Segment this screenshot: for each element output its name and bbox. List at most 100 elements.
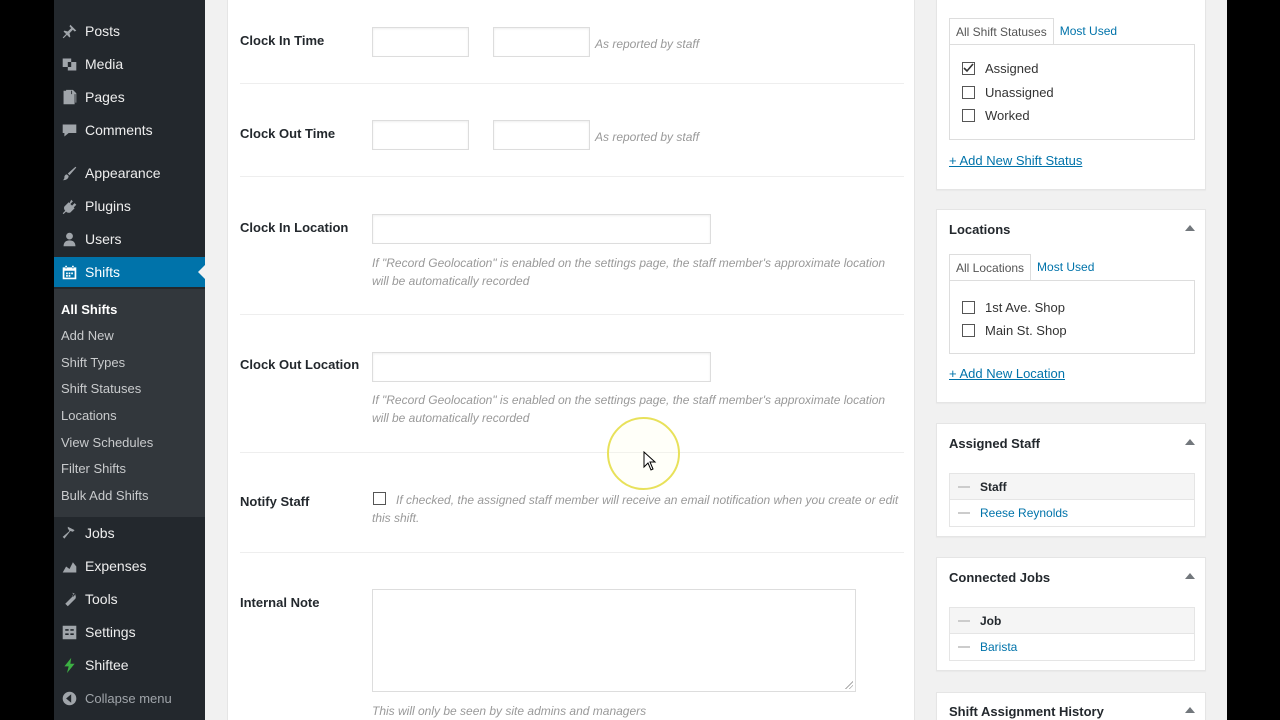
tab-all-shift-statuses[interactable]: All Shift Statuses (949, 18, 1054, 45)
menu-item-tools[interactable]: Tools (54, 584, 205, 614)
collapse-toggle-icon[interactable] (1185, 573, 1195, 579)
submenu-shift-statuses[interactable]: Shift Statuses (61, 381, 141, 396)
location-option-1st-ave[interactable]: 1st Ave. Shop (962, 300, 1065, 315)
option-label: Main St. Shop (985, 323, 1067, 338)
submenu-view-schedules[interactable]: View Schedules (61, 435, 153, 450)
shifts-submenu: All Shifts Add New Shift Types Shift Sta… (54, 289, 205, 517)
add-new-location-link[interactable]: + Add New Location (949, 366, 1065, 381)
submenu-locations[interactable]: Locations (61, 408, 117, 423)
menu-item-shifts[interactable]: Shifts (54, 257, 205, 287)
chart-icon (59, 556, 79, 576)
divider (240, 314, 904, 315)
divider (240, 176, 904, 177)
clock-out-time-hint: As reported by staff (595, 130, 700, 144)
menu-item-jobs[interactable]: Jobs (54, 518, 205, 548)
settings-icon (59, 622, 79, 642)
comments-icon (59, 120, 79, 140)
brush-icon (59, 163, 79, 183)
job-link[interactable]: Barista (980, 640, 1017, 654)
menu-item-expenses[interactable]: Expenses (54, 551, 205, 581)
menu-item-comments[interactable]: Comments (54, 115, 205, 145)
clock-out-time-input[interactable] (493, 120, 590, 150)
plugin-icon (59, 196, 79, 216)
assigned-staff-box: Assigned Staff Staff Reese Reynolds (936, 423, 1206, 537)
add-new-shift-status-link[interactable]: + Add New Shift Status (949, 153, 1082, 168)
clock-in-date-input[interactable] (372, 27, 469, 57)
connected-jobs-title: Connected Jobs (949, 570, 1051, 585)
clock-in-location-label: Clock In Location (240, 220, 349, 235)
menu-item-media[interactable]: Media (54, 49, 205, 79)
clock-in-location-input[interactable] (372, 214, 711, 244)
divider (240, 452, 904, 453)
drag-handle-icon[interactable] (958, 512, 970, 514)
submenu-bulk-add-shifts[interactable]: Bulk Add Shifts (61, 488, 148, 503)
menu-label: Expenses (85, 558, 147, 574)
shift-status-list: Assigned Unassigned Worked (949, 44, 1195, 140)
staff-link[interactable]: Reese Reynolds (980, 506, 1068, 520)
menu-label: Plugins (85, 198, 131, 214)
menu-label: Pages (85, 89, 125, 105)
checkbox[interactable] (962, 324, 975, 337)
menu-label: Shifts (85, 264, 121, 280)
menu-label: Comments (85, 122, 153, 138)
menu-label: Shiftee (85, 657, 129, 673)
calendar-icon (59, 262, 79, 282)
menu-label: Jobs (85, 525, 115, 541)
clock-out-location-label: Clock Out Location (240, 357, 360, 372)
menu-label: Media (85, 56, 124, 72)
checkbox[interactable] (962, 301, 975, 314)
internal-note-label: Internal Note (240, 595, 320, 610)
menu-item-posts[interactable]: Posts (54, 16, 205, 46)
menu-label: Settings (85, 624, 136, 640)
status-option-worked[interactable]: Worked (962, 108, 1030, 123)
shift-assignment-history-box: Shift Assignment History (936, 692, 1206, 720)
connected-jobs-table: Job Barista (949, 607, 1195, 661)
tab-most-used[interactable]: Most Used (1054, 18, 1123, 45)
submenu-shift-types[interactable]: Shift Types (61, 355, 125, 370)
status-option-unassigned[interactable]: Unassigned (962, 85, 1054, 100)
menu-item-settings[interactable]: Settings (54, 617, 205, 647)
tab-all-locations[interactable]: All Locations (949, 254, 1032, 281)
collapse-toggle-icon[interactable] (1185, 707, 1195, 713)
media-icon (59, 54, 79, 74)
table-row: Reese Reynolds (950, 500, 1194, 526)
clock-out-location-input[interactable] (372, 352, 711, 382)
tab-most-used[interactable]: Most Used (1031, 254, 1100, 281)
submenu-add-new[interactable]: Add New (61, 328, 114, 343)
menu-label: Posts (85, 23, 121, 39)
menu-label: Appearance (85, 165, 161, 181)
collapse-menu-button[interactable]: Collapse menu (54, 683, 205, 713)
clock-out-date-input[interactable] (372, 120, 469, 150)
users-icon (59, 229, 79, 249)
checkbox[interactable] (962, 109, 975, 122)
drag-handle-icon[interactable] (958, 646, 970, 648)
clock-in-time-input[interactable] (493, 27, 590, 57)
locations-list: 1st Ave. Shop Main St. Shop (949, 280, 1195, 354)
internal-note-textarea[interactable] (372, 589, 856, 692)
bolt-icon (59, 655, 79, 675)
menu-item-pages[interactable]: Pages (54, 82, 205, 112)
submenu-all-shifts[interactable]: All Shifts (61, 302, 117, 317)
clock-in-time-label: Clock In Time (240, 33, 325, 48)
submenu-filter-shifts[interactable]: Filter Shifts (61, 461, 126, 476)
resize-handle[interactable] (845, 681, 853, 689)
menu-item-users[interactable]: Users (54, 224, 205, 254)
collapse-toggle-icon[interactable] (1185, 225, 1195, 231)
menu-item-plugins[interactable]: Plugins (54, 191, 205, 221)
menu-label: Users (85, 231, 122, 247)
menu-label: Tools (85, 591, 118, 607)
location-option-main-st[interactable]: Main St. Shop (962, 323, 1067, 338)
notify-staff-label: Notify Staff (240, 494, 310, 509)
option-label: Assigned (985, 61, 1039, 76)
table-row: Barista (950, 634, 1194, 660)
checkbox-checked[interactable] (962, 62, 975, 75)
locations-box: Locations All Locations Most Used 1st Av… (936, 209, 1206, 403)
status-option-assigned[interactable]: Assigned (962, 61, 1038, 76)
collapse-toggle-icon[interactable] (1185, 439, 1195, 445)
checkbox[interactable] (962, 86, 975, 99)
collapse-label: Collapse menu (85, 690, 172, 706)
assigned-staff-table: Staff Reese Reynolds (949, 473, 1195, 527)
pin-icon (59, 21, 79, 41)
menu-item-appearance[interactable]: Appearance (54, 158, 205, 188)
menu-item-shiftee[interactable]: Shiftee (54, 650, 205, 680)
